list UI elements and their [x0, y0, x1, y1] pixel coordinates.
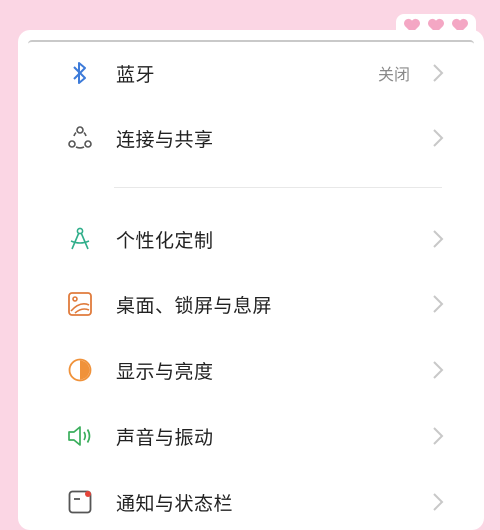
settings-item-notifications[interactable]: 通知与状态栏 — [18, 471, 484, 530]
settings-item-wallpaper[interactable]: 桌面、锁屏与息屏 — [18, 273, 484, 335]
settings-item-label: 通知与状态栏 — [116, 492, 234, 515]
settings-item-bluetooth[interactable]: 蓝牙 关闭 — [18, 42, 484, 104]
personalize-compass-icon — [66, 225, 94, 253]
settings-item-display-brightness[interactable]: 显示与亮度 — [18, 339, 484, 401]
bluetooth-icon — [66, 59, 94, 87]
chevron-right-icon — [433, 493, 444, 511]
settings-item-personalize[interactable]: 个性化定制 — [18, 208, 484, 270]
section-divider — [114, 187, 442, 188]
sound-icon — [66, 422, 94, 450]
chevron-right-icon — [433, 230, 444, 248]
wallpaper-icon — [66, 290, 94, 318]
settings-item-label: 连接与共享 — [116, 128, 214, 151]
chevron-right-icon — [433, 295, 444, 313]
settings-item-label: 个性化定制 — [116, 229, 214, 252]
chevron-right-icon — [433, 361, 444, 379]
settings-item-label: 蓝牙 — [116, 63, 156, 86]
settings-item-label: 桌面、锁屏与息屏 — [116, 294, 273, 317]
notification-icon — [66, 488, 94, 516]
chevron-right-icon — [433, 64, 444, 82]
brightness-icon — [66, 356, 94, 384]
settings-card: 蓝牙 关闭 连接与共享 个性化定制 桌面、锁屏与息屏 显示与亮度 声音与振动 通… — [18, 30, 484, 530]
share-connection-icon — [66, 124, 94, 152]
chevron-right-icon — [433, 129, 444, 147]
settings-item-connection-sharing[interactable]: 连接与共享 — [18, 107, 484, 169]
bluetooth-status: 关闭 — [377, 65, 410, 84]
settings-item-label: 显示与亮度 — [116, 360, 214, 383]
chevron-right-icon — [433, 427, 444, 445]
settings-item-sound-vibration[interactable]: 声音与振动 — [18, 405, 484, 467]
settings-item-label: 声音与振动 — [116, 426, 214, 449]
